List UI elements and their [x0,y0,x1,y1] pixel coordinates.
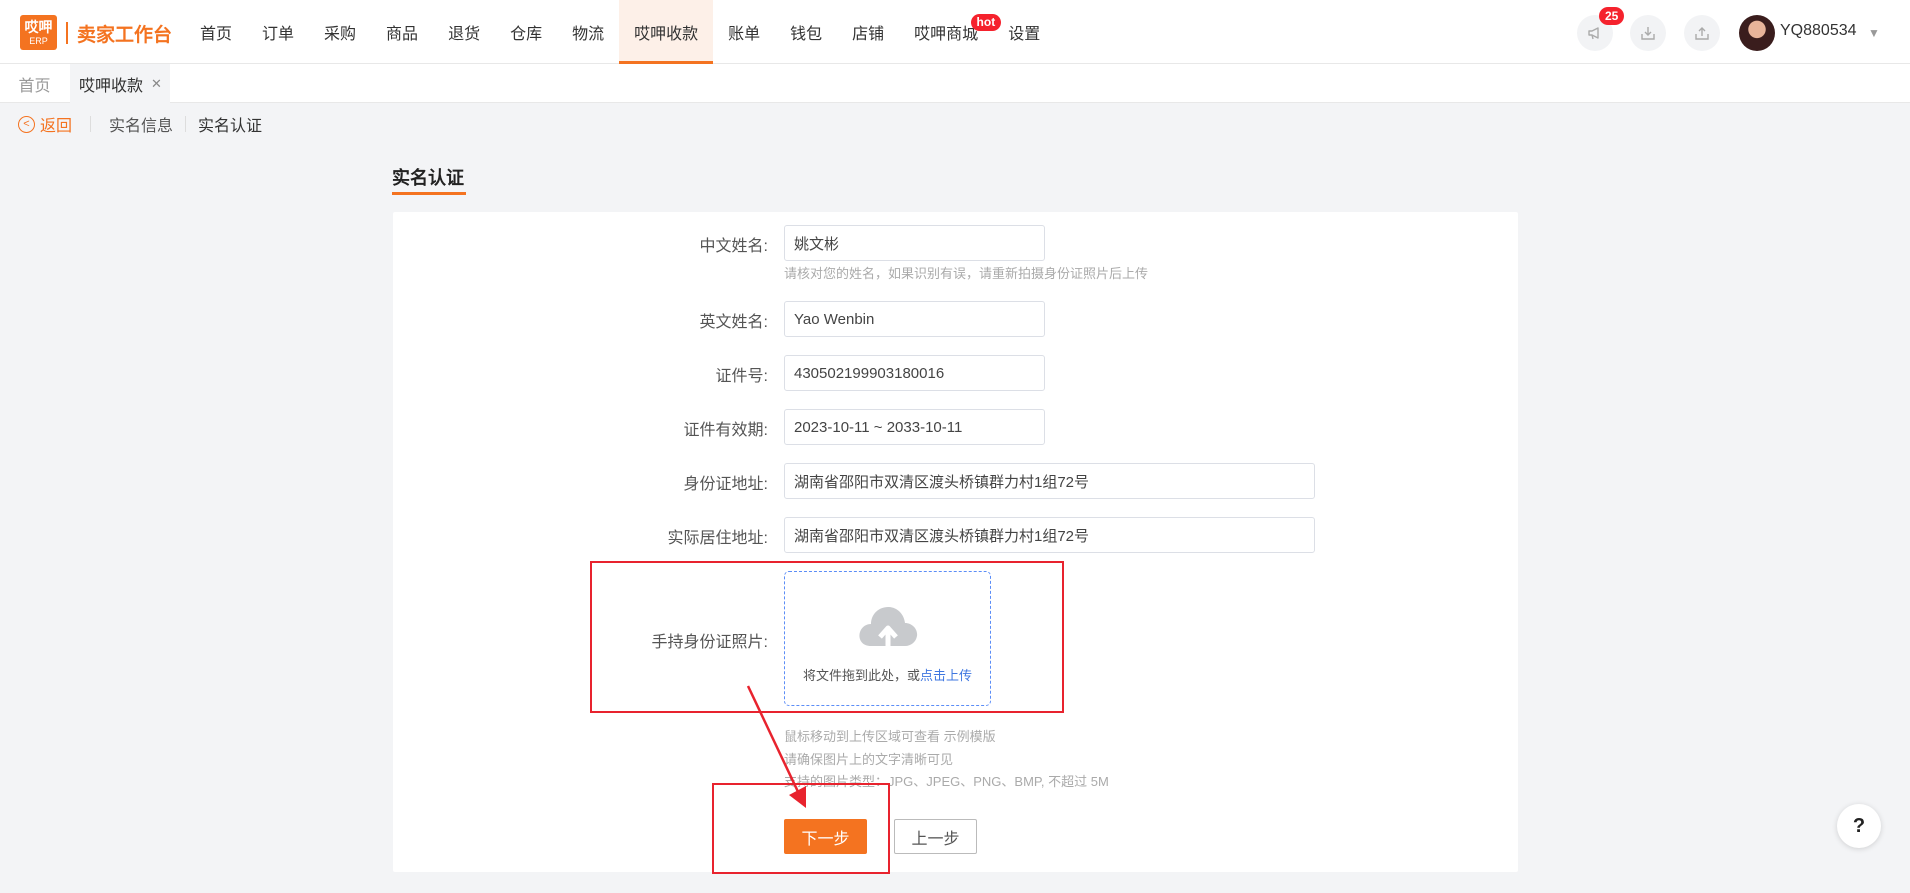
nav-item-purchase[interactable]: 采购 [309,0,371,64]
export-button[interactable] [1684,15,1720,51]
notification-button[interactable]: 25 [1577,7,1625,51]
validity-field[interactable]: 2023-10-11 ~ 2033-10-11 [784,409,1045,445]
download-icon [1641,27,1655,40]
nav-label: 商品 [386,26,419,43]
chevron-down-icon[interactable]: ▼ [1868,26,1880,40]
breadcrumb-divider [185,116,187,132]
annotation-box-upload [590,561,1064,713]
nav-item-warehouse[interactable]: 仓库 [495,0,557,64]
nav-label: 订单 [262,26,295,43]
nav-label: 店铺 [852,26,885,43]
tab-home[interactable]: 首页 [0,64,69,103]
id-number-label: 证件号: [715,368,768,385]
nav-label: 钱包 [790,26,823,43]
id-number-field[interactable]: 430502199903180016 [784,355,1045,391]
megaphone-icon [1588,27,1599,40]
nav-label: 采购 [324,26,357,43]
download-button[interactable] [1630,15,1666,51]
chevron-left-icon: < [18,115,35,133]
breadcrumb: < 返回 实名信息 实名认证 [18,112,263,136]
nav-label: 仓库 [510,26,543,43]
logo-mark-text: 哎呷 [24,18,53,35]
avatar[interactable] [1739,15,1775,51]
en-name-label: 英文姓名: [699,314,768,331]
tab-bar: 首页 哎呷收款 ✕ [0,64,1910,103]
nav-item-products[interactable]: 商品 [371,0,433,64]
nav-item-stores[interactable]: 店铺 [837,0,899,64]
page-title: 实名认证 [392,168,464,188]
cn-name-label: 中文姓名: [699,238,768,255]
title-underline [392,192,466,195]
upload-icon [1695,27,1709,40]
username[interactable]: YQ880534 [1780,22,1857,40]
tab-label: 哎呷收款 [79,77,144,95]
nav-item-logistics[interactable]: 物流 [557,0,619,64]
nav-label: 首页 [200,26,233,43]
nav-item-orders[interactable]: 订单 [247,0,309,64]
breadcrumb-step-verify: 实名认证 [198,118,263,135]
nav-label: 物流 [572,26,605,43]
cn-name-field[interactable]: 姚文彬 [784,225,1045,261]
prev-button[interactable]: 上一步 [894,819,977,854]
nav-label: 哎呷收款 [634,26,699,43]
breadcrumb-step-info[interactable]: 实名信息 [109,112,173,136]
top-navbar: 哎呷 ERP 卖家工作台 首页 订单 采购 商品 退货 仓库 物流 哎呷收款 账… [0,0,1910,64]
nav-item-mall[interactable]: 哎呷商城 hot [899,0,1002,64]
logo[interactable]: 哎呷 ERP [20,15,57,50]
nav-item-returns[interactable]: 退货 [433,0,495,64]
live-address-field[interactable]: 湖南省邵阳市双清区渡头桥镇群力村1组72号 [784,517,1315,553]
main-nav: 首页 订单 采购 商品 退货 仓库 物流 哎呷收款 账单 钱包 店铺 哎呷商城 … [185,0,1055,64]
nav-label: 账单 [728,26,761,43]
tab-label: 首页 [18,77,51,95]
cn-name-hint: 请核对您的姓名，如果识别有误，请重新拍摄身份证照片后上传 [784,266,1149,281]
validity-label: 证件有效期: [683,422,768,439]
notification-count: 25 [1599,7,1625,25]
nav-item-collection[interactable]: 哎呷收款 [619,0,714,64]
logo-divider [66,22,68,44]
nav-label: 哎呷商城 [914,26,979,43]
nav-item-settings[interactable]: 设置 [993,0,1055,64]
photo-hint-template: 鼠标移动到上传区域可查看 示例模版 [784,729,996,744]
id-address-field[interactable]: 湖南省邵阳市双清区渡头桥镇群力村1组72号 [784,463,1315,499]
photo-hint-clarity: 请确保图片上的文字清晰可见 [784,752,954,767]
back-button[interactable]: < 返回 [18,112,72,136]
help-button[interactable]: ? [1837,804,1881,848]
nav-item-bills[interactable]: 账单 [713,0,775,64]
nav-item-wallet[interactable]: 钱包 [775,0,837,64]
app-title: 卖家工作台 [77,25,173,46]
nav-item-home[interactable]: 首页 [185,0,247,64]
nav-label: 退货 [448,26,481,43]
live-address-label: 实际居住地址: [667,530,768,547]
annotation-box-next [712,783,890,874]
close-icon[interactable]: ✕ [151,76,162,92]
breadcrumb-divider [90,116,92,132]
back-label: 返回 [40,118,73,135]
logo-mark-subtext: ERP [29,35,48,46]
nav-label: 设置 [1008,26,1041,43]
id-address-label: 身份证地址: [683,476,768,493]
tab-collection[interactable]: 哎呷收款 ✕ [70,64,170,103]
en-name-field[interactable]: Yao Wenbin [784,301,1045,337]
